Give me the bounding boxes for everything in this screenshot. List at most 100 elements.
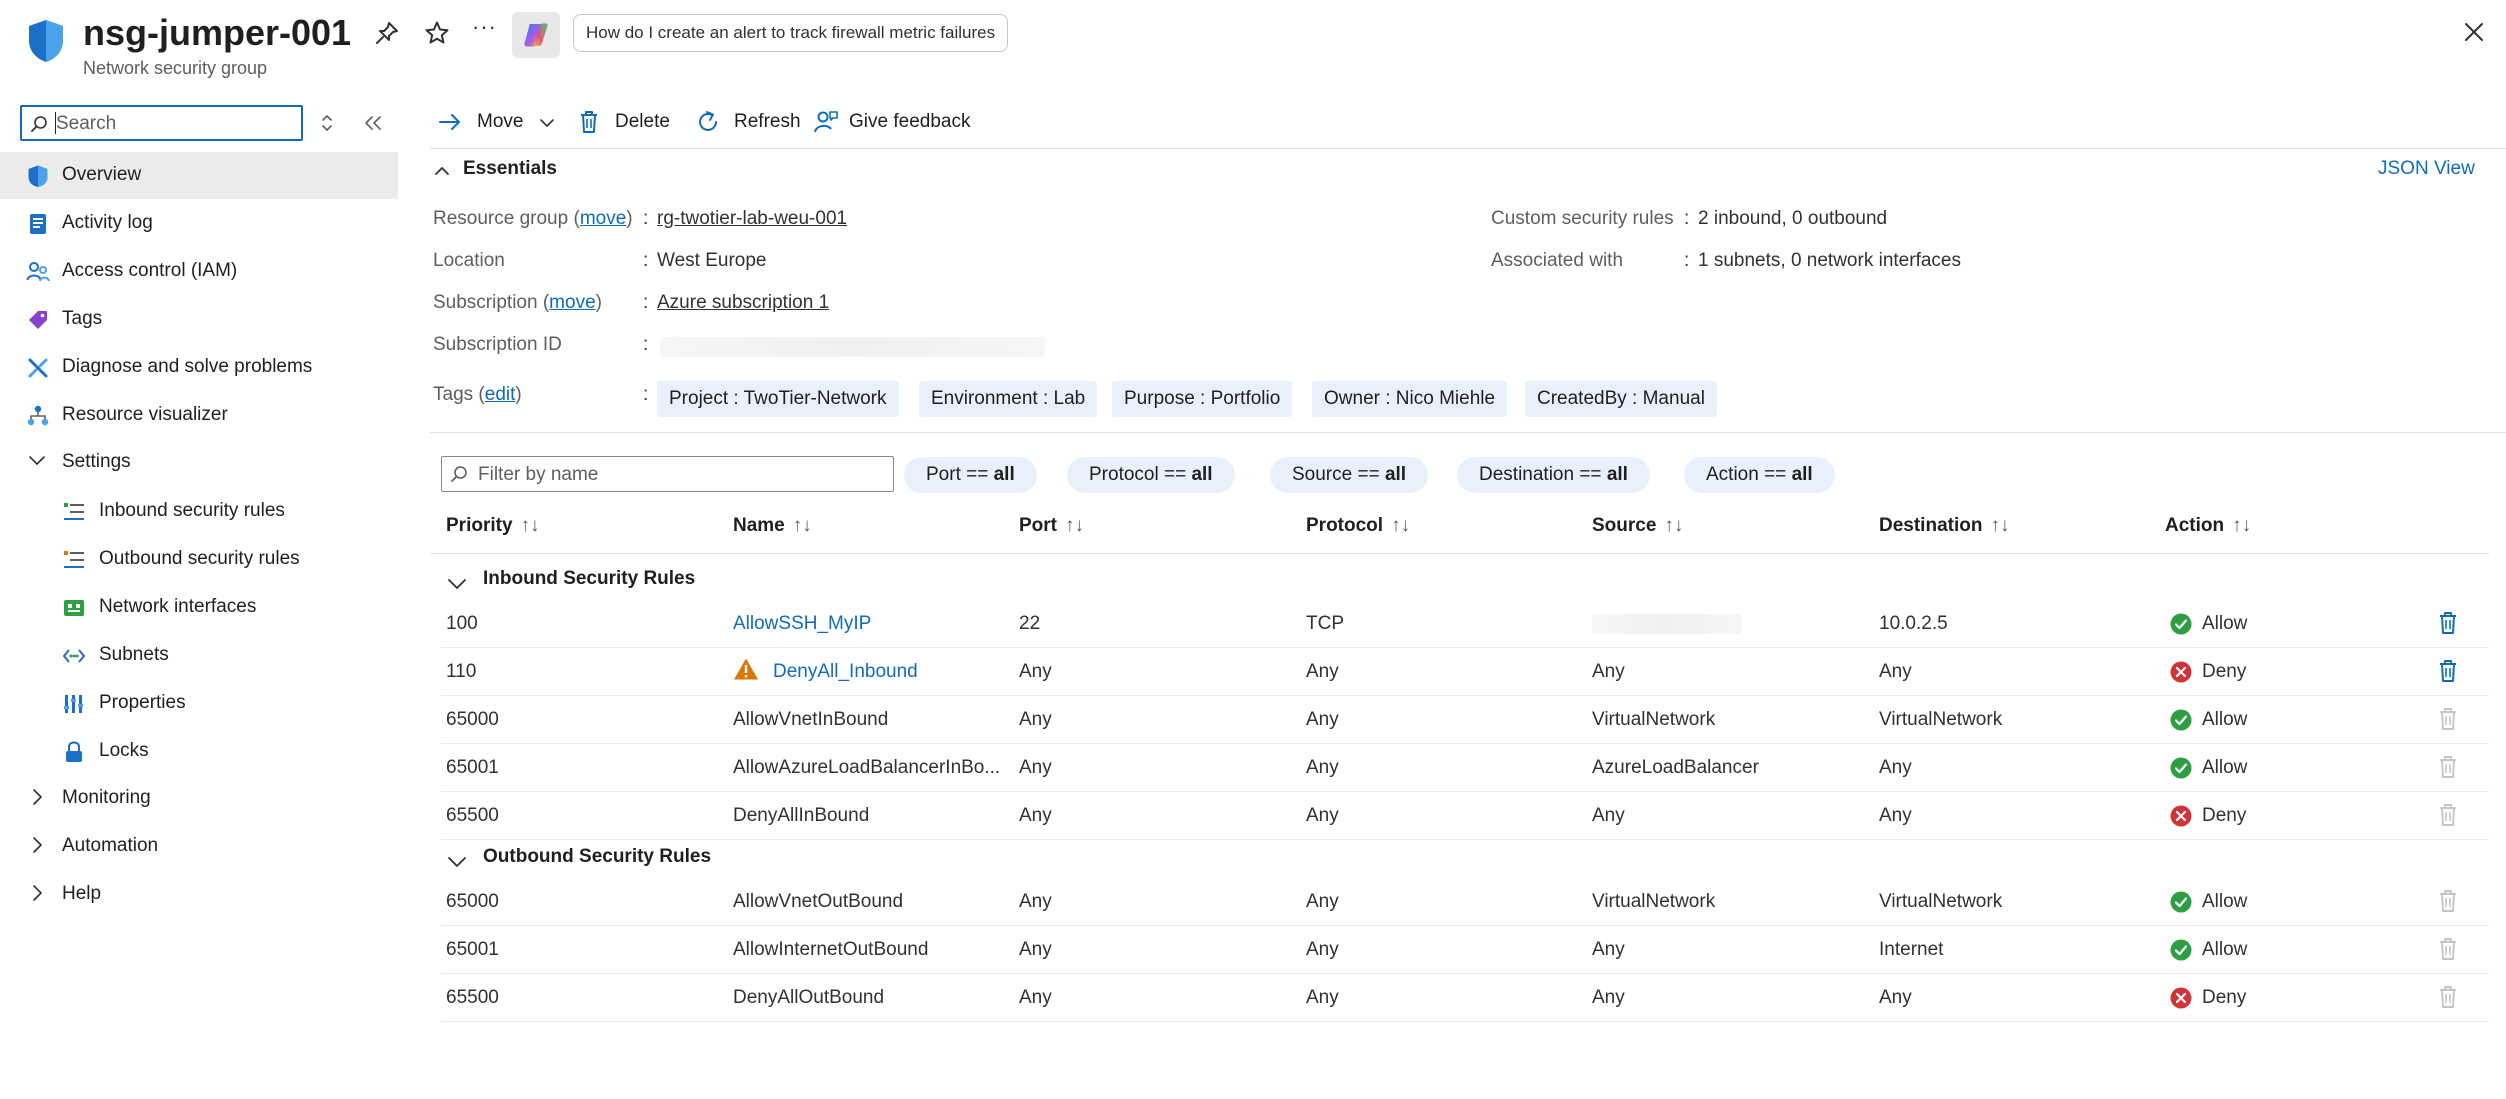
tags-label: Tags (edit)	[433, 384, 522, 405]
table-row[interactable]: 65000 AllowVnetOutBound Any Any VirtualNetwo…	[441, 878, 2489, 926]
column-header-port[interactable]: Port ↑↓	[1019, 515, 1084, 537]
sort-arrows-icon: ↑↓	[792, 515, 812, 536]
sidebar-item-label: Subnets	[99, 644, 169, 665]
table-row[interactable]: 65500 DenyAllInBound Any Any Any Any Deny	[441, 792, 2489, 840]
search-icon	[451, 466, 467, 482]
cell-name: DenyAllOutBound	[733, 987, 885, 1008]
sidebar-group-help[interactable]: Help	[0, 871, 398, 918]
sidebar-item-overview[interactable]: Overview	[0, 152, 398, 199]
search-icon	[31, 116, 47, 132]
sidebar-item-outbound-rules[interactable]: Outbound security rules	[0, 536, 398, 583]
tag-chip[interactable]: Owner : Nico Miehle	[1312, 381, 1508, 417]
resource-group-link[interactable]: rg-twotier-lab-weu-001	[657, 208, 847, 230]
give-feedback-button[interactable]: Give feedback	[813, 104, 983, 140]
cell-destination: Any	[1879, 987, 1912, 1008]
sidebar-group-monitoring[interactable]: Monitoring	[0, 775, 398, 822]
close-icon[interactable]	[2460, 18, 2488, 46]
sidebar-item-access-control[interactable]: Access control (IAM)	[0, 248, 398, 295]
chevron-down-icon	[29, 456, 45, 465]
copilot-button[interactable]	[512, 12, 560, 58]
menu-search-input[interactable]: Search	[20, 105, 303, 141]
column-header-protocol[interactable]: Protocol ↑↓	[1306, 515, 1410, 537]
sidebar-item-network-interfaces[interactable]: Network interfaces	[0, 584, 398, 631]
sidebar-item-inbound-rules[interactable]: Inbound security rules	[0, 488, 398, 535]
subscription-link[interactable]: Azure subscription 1	[657, 292, 829, 314]
sidebar-group-automation[interactable]: Automation	[0, 823, 398, 870]
table-row[interactable]: 65000 AllowVnetInBound Any Any VirtualNetwor…	[441, 696, 2489, 744]
column-header-action[interactable]: Action ↑↓	[2165, 515, 2251, 537]
table-row[interactable]: 65500 DenyAllOutBound Any Any Any Any Deny	[441, 974, 2489, 1022]
custom-rules-label: Custom security rules	[1491, 208, 1674, 229]
custom-rules-value: 2 inbound, 0 outbound	[1698, 208, 1888, 229]
sidebar-item-tags[interactable]: Tags	[0, 296, 398, 343]
column-header-source[interactable]: Source ↑↓	[1592, 515, 1683, 537]
table-row[interactable]: 65001 AllowInternetOutBound Any Any Any Inter…	[441, 926, 2489, 974]
sort-arrows-icon: ↑↓	[1664, 515, 1684, 536]
chevron-down-icon	[540, 119, 554, 127]
sidebar-item-properties[interactable]: Properties	[0, 680, 398, 727]
favorite-star-icon[interactable]	[424, 20, 450, 46]
chevron-right-icon	[33, 885, 42, 901]
sidebar-item-locks[interactable]: Locks	[0, 728, 398, 775]
check-circle-icon	[2170, 709, 2192, 731]
protocol-filter-pill[interactable]: Protocol == all	[1067, 457, 1235, 493]
column-header-priority[interactable]: Priority ↑↓	[446, 515, 540, 537]
cell-name[interactable]: DenyAll_Inbound	[734, 658, 918, 683]
move-resource-group-link[interactable]: move	[580, 208, 626, 229]
move-button[interactable]: Move	[437, 104, 567, 140]
cell-name: AllowVnetOutBound	[733, 891, 904, 912]
tag-chip[interactable]: Purpose : Portfolio	[1112, 381, 1293, 417]
tag-chip[interactable]: CreatedBy : Manual	[1525, 381, 1717, 417]
sidebar-group-settings[interactable]: Settings	[0, 439, 398, 486]
cell-protocol: Any	[1306, 987, 1339, 1008]
delete-rule-icon[interactable]	[2437, 611, 2459, 635]
json-view-link[interactable]: JSON View	[2378, 158, 2475, 180]
delete-rule-icon[interactable]	[2437, 659, 2459, 683]
cell-protocol: Any	[1306, 805, 1339, 826]
filter-by-name-input[interactable]: Filter by name	[441, 456, 894, 492]
resource-type-label: Network security group	[83, 58, 268, 78]
chevron-right-icon	[33, 837, 42, 853]
sidebar-item-resource-visualizer[interactable]: Resource visualizer	[0, 392, 398, 439]
cell-name: DenyAllInBound	[733, 805, 870, 826]
cell-protocol: Any	[1306, 709, 1339, 730]
page-title: nsg-jumper-001	[83, 12, 352, 53]
destination-filter-pill[interactable]: Destination == all	[1457, 457, 1650, 493]
cell-action: Allow	[2202, 709, 2248, 730]
table-row[interactable]: 100 AllowSSH_MyIP 22 TCP 10.0.2.5 Allow	[441, 600, 2489, 648]
refresh-button[interactable]: Refresh	[695, 104, 805, 140]
move-subscription-link[interactable]: move	[549, 292, 595, 313]
column-header-destination[interactable]: Destination ↑↓	[1879, 515, 2009, 537]
delete-button[interactable]: Delete	[578, 104, 678, 140]
table-row[interactable]: 65001 AllowAzureLoadBalancerInBo... Any Any…	[441, 744, 2489, 792]
more-options-button[interactable]: ···	[472, 14, 497, 40]
refresh-icon	[699, 111, 717, 131]
redacted-source-ip	[1592, 614, 1742, 634]
table-row[interactable]: 110 DenyAll_Inbound Any Any Any Any Deny	[441, 648, 2489, 696]
cell-name[interactable]: AllowSSH_MyIP	[733, 613, 871, 635]
refresh-label: Refresh	[734, 111, 801, 132]
sidebar-item-subnets[interactable]: Subnets	[0, 632, 398, 679]
delete-label: Delete	[615, 111, 670, 132]
tag-chip[interactable]: Project : TwoTier-Network	[657, 381, 899, 417]
cell-source: VirtualNetwork	[1592, 891, 1716, 912]
tag-chip[interactable]: Environment : Lab	[919, 381, 1098, 417]
delete-rule-icon	[2440, 756, 2456, 778]
column-header-name[interactable]: Name ↑↓	[733, 515, 812, 537]
sort-toggle-icon[interactable]	[320, 112, 334, 134]
trash-icon	[581, 111, 597, 133]
cell-action: Deny	[2202, 661, 2247, 682]
cell-priority: 100	[446, 613, 478, 634]
sidebar-item-activity-log[interactable]: Activity log	[0, 200, 398, 247]
sidebar-item-diagnose[interactable]: Diagnose and solve problems	[0, 344, 398, 391]
cell-priority: 65000	[446, 891, 499, 912]
pin-icon[interactable]	[374, 20, 400, 46]
source-filter-pill[interactable]: Source == all	[1270, 457, 1429, 493]
port-filter-pill[interactable]: Port == all	[904, 457, 1037, 493]
location-value: West Europe	[657, 250, 767, 271]
collapse-menu-icon[interactable]	[362, 112, 384, 134]
action-filter-pill[interactable]: Action == all	[1684, 457, 1835, 493]
cell-priority: 65500	[446, 805, 499, 826]
edit-tags-link[interactable]: edit	[485, 384, 516, 405]
copilot-suggested-prompt[interactable]: How do I create an alert to track firewa…	[573, 14, 1009, 52]
